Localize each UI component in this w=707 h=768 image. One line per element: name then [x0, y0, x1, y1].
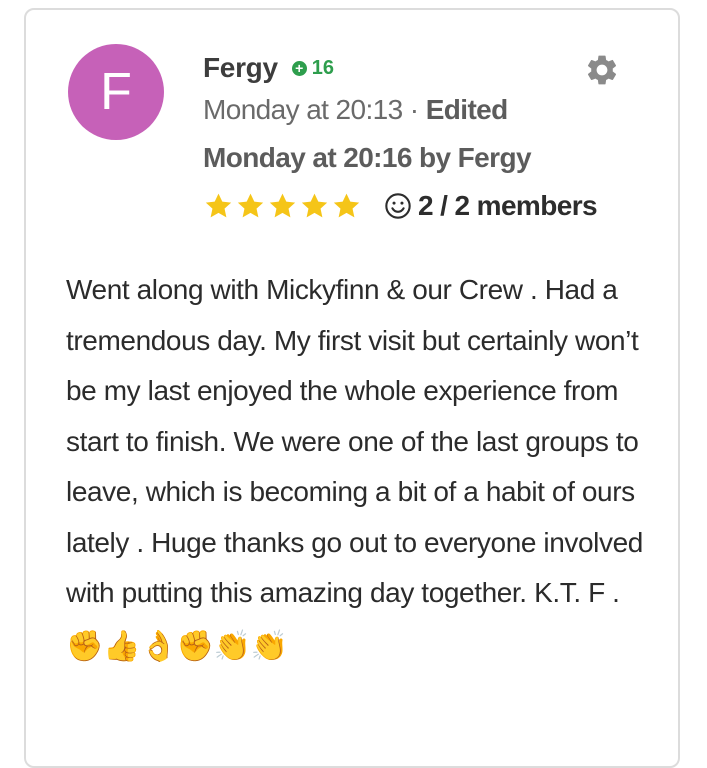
post-date[interactable]: Monday at 20:13	[203, 94, 403, 125]
star-icon	[205, 193, 232, 217]
emoji-row: ✊👍👌✊👏👏	[66, 628, 288, 663]
emoji-icon: ✊	[66, 629, 103, 663]
emoji-icon: 👌	[139, 629, 177, 663]
plus-circle-icon: +	[291, 60, 307, 76]
date-separator: ·	[402, 94, 426, 125]
post-body-text: Went along with Mickyfinn & our Crew . H…	[66, 274, 643, 608]
reputation-count: 16	[311, 56, 334, 79]
author-name[interactable]: Fergy	[203, 52, 278, 84]
post-body: Went along with Mickyfinn & our Crew . H…	[66, 265, 656, 669]
reputation-badge[interactable]: + 16	[291, 56, 334, 80]
emoji-icon: ✊	[176, 629, 214, 663]
avatar[interactable]: F	[68, 44, 164, 140]
avatar-initial: F	[100, 63, 132, 121]
edited-detail: Monday at 20:16 by Fergy	[203, 142, 532, 173]
emoji-icon: 👏	[250, 629, 288, 663]
star-icon	[301, 193, 328, 217]
emoji-icon: 👏	[213, 629, 251, 663]
smiley-face-icon	[385, 193, 411, 219]
star-icon	[269, 193, 296, 217]
star-rating	[203, 191, 362, 222]
rating-row: 2 / 2 members	[203, 186, 643, 226]
post-date-line: Monday at 20:13 · Edited	[203, 86, 643, 134]
post-card: F Fergy + 16 Monday at 20:13 · Edited Mo…	[24, 8, 680, 768]
reactions-summary[interactable]: 2 / 2 members	[384, 190, 598, 222]
emoji-icon: 👍	[102, 629, 140, 663]
edited-label: Edited	[425, 94, 509, 125]
reaction-count: 2 / 2 members	[418, 190, 598, 221]
post-header: Fergy + 16 Monday at 20:13 · Edited Mond…	[203, 50, 643, 226]
author-row: Fergy + 16	[203, 50, 643, 86]
star-icon	[333, 193, 360, 217]
star-icon	[237, 193, 264, 217]
